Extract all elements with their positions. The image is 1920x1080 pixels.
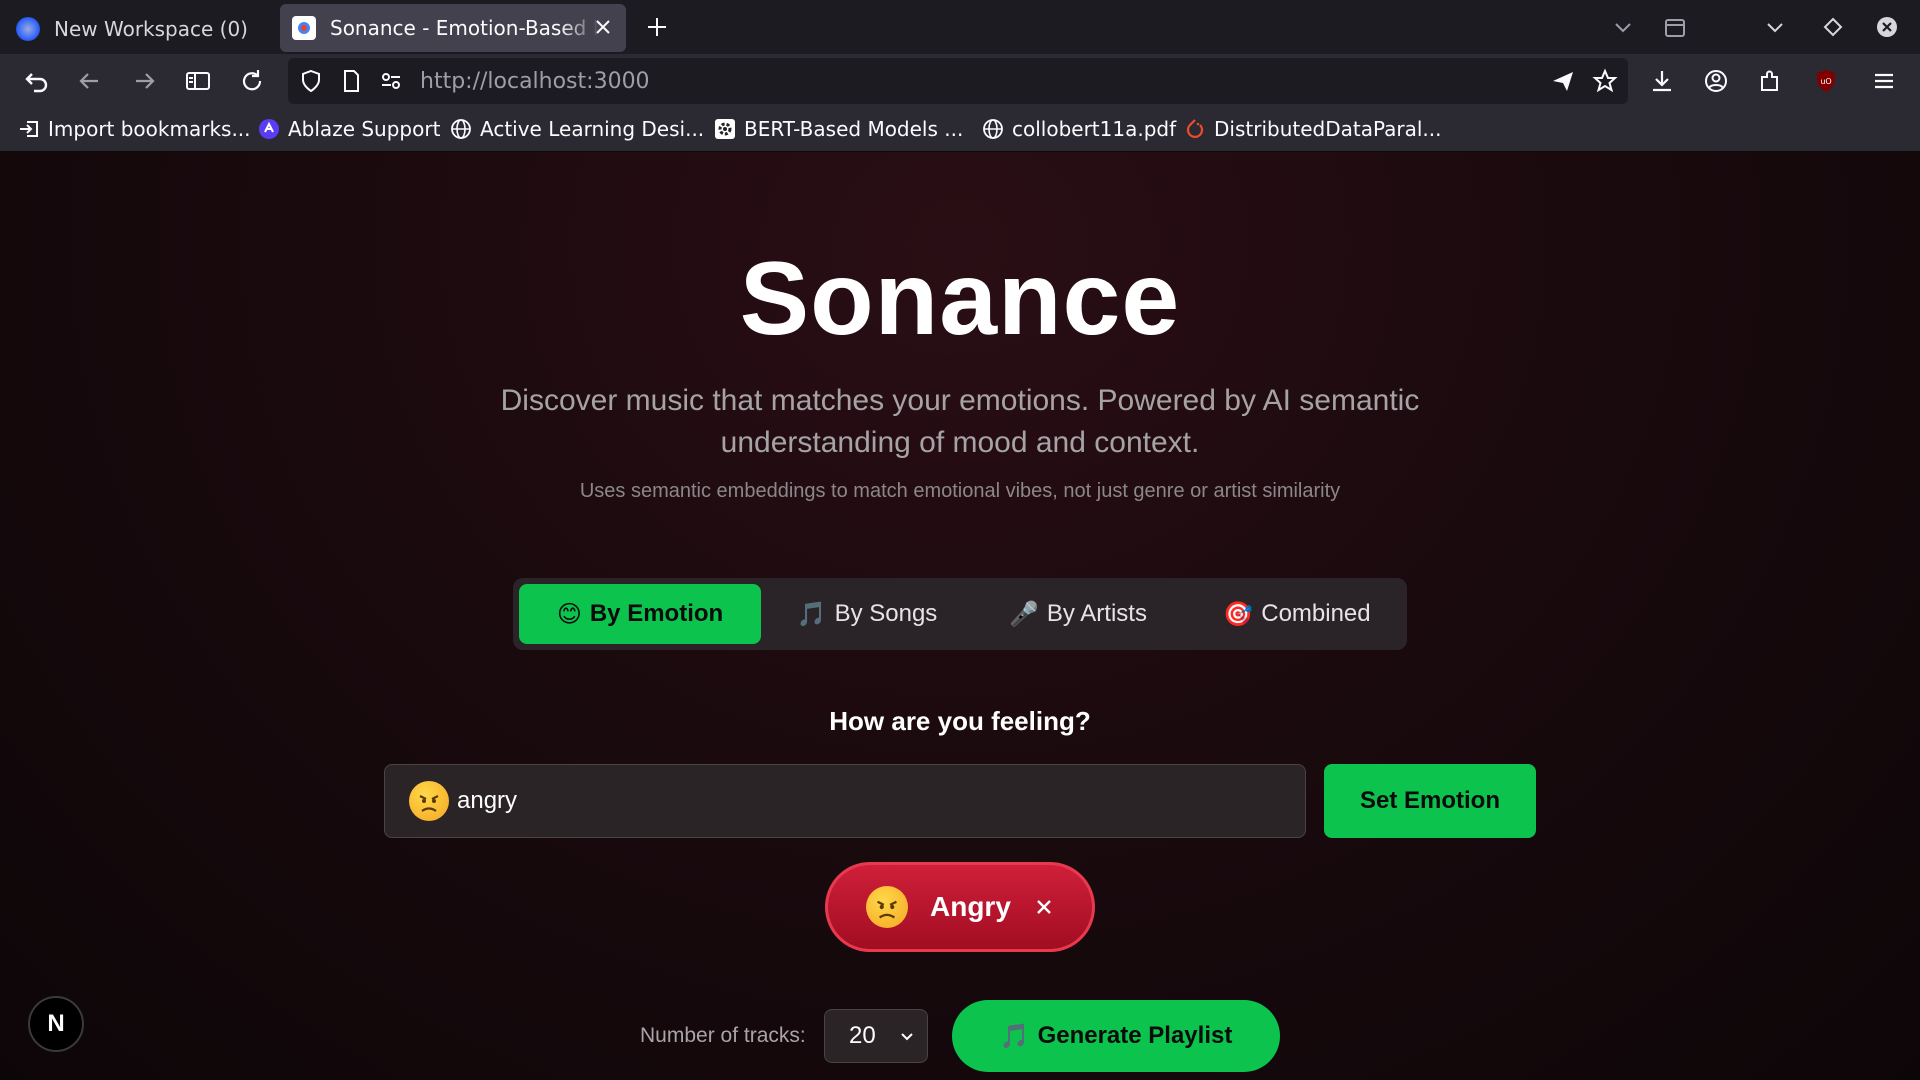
tab-label: By Artists	[1046, 600, 1147, 627]
diamond-icon[interactable]	[1820, 14, 1846, 40]
tracks-select[interactable]: 20	[824, 1009, 928, 1063]
url-host: http://localhost	[420, 69, 587, 94]
tab-groups-icon[interactable]	[1662, 14, 1688, 40]
generate-label: Generate Playlist	[1037, 1022, 1233, 1049]
emotion-input-value: angry	[457, 787, 518, 814]
address-bar[interactable]: http://localhost:3000	[288, 58, 1628, 104]
nextjs-dev-badge[interactable]: N	[28, 996, 84, 1052]
selected-emotion-label: Angry	[930, 891, 1011, 922]
music-note-icon: 🎵	[999, 1022, 1030, 1050]
bookmark-distributed[interactable]: DistributedDataParal...	[1184, 114, 1442, 144]
tab-title: Sonance - Emotion-Based Music	[330, 16, 600, 40]
ablaze-icon	[259, 119, 279, 139]
url-port: :3000	[586, 69, 650, 94]
sonance-favicon-icon	[292, 16, 316, 40]
mode-tabs: 😊 By Emotion 🎵 By Songs 🎤 By Artists 🎯 C…	[513, 578, 1407, 650]
bookmark-star-icon[interactable]	[1592, 68, 1618, 94]
selected-emotion-chip: Angry	[825, 862, 1095, 952]
tab-new-workspace[interactable]: New Workspace (0)	[0, 4, 266, 54]
sonance-page: Sonance Discover music that matches your…	[0, 152, 1920, 1080]
tab-strip: New Workspace (0) Sonance - Emotion-Base…	[0, 0, 1920, 54]
sidebar-toggle-icon[interactable]	[184, 67, 212, 95]
microphone-icon: 🎤	[1009, 600, 1039, 628]
bookmark-label: Import bookmarks...	[48, 117, 251, 141]
forward-arrow-icon[interactable]	[130, 67, 158, 95]
window-close-icon[interactable]	[1874, 14, 1900, 40]
tab-label: By Songs	[834, 600, 938, 627]
reload-icon[interactable]	[238, 67, 266, 95]
bookmark-import[interactable]: Import bookmarks...	[18, 114, 251, 144]
close-tab-icon[interactable]	[592, 16, 614, 38]
tab-title: New Workspace (0)	[54, 17, 248, 41]
navigation-toolbar: http://localhost:3000 uO	[0, 54, 1920, 108]
generate-playlist-button[interactable]: 🎵 Generate Playlist	[952, 1000, 1280, 1072]
tab-combined[interactable]: 🎯 Combined	[1193, 584, 1401, 644]
emotion-input[interactable]: angry	[384, 764, 1306, 838]
bookmark-collobert[interactable]: collobert11a.pdf	[982, 114, 1176, 144]
app-note: Uses semantic embeddings to match emotio…	[579, 480, 1341, 502]
globe-icon	[983, 119, 1003, 139]
permissions-icon[interactable]	[378, 68, 404, 94]
new-tab-icon[interactable]	[646, 16, 668, 38]
bookmark-label: Active Learning Desi...	[480, 117, 705, 141]
tab-by-songs[interactable]: 🎵 By Songs	[769, 584, 965, 644]
smile-emoji-icon: 😊	[556, 600, 582, 628]
bookmark-label: Ablaze Support	[288, 117, 441, 141]
send-icon[interactable]	[1550, 68, 1576, 94]
tab-by-emotion[interactable]: 😊 By Emotion	[519, 584, 761, 644]
emotion-question: How are you feeling?	[829, 706, 1091, 736]
list-tabs-icon[interactable]	[1610, 14, 1636, 40]
extensions-icon[interactable]	[1756, 67, 1784, 95]
page-icon[interactable]	[338, 68, 364, 94]
tab-label: Combined	[1261, 600, 1371, 627]
chevron-down-icon[interactable]	[1762, 14, 1788, 40]
import-icon	[20, 121, 38, 137]
download-icon[interactable]	[1648, 67, 1676, 95]
globe-icon	[451, 119, 471, 139]
angry-face-icon	[409, 781, 449, 821]
back-arrow-icon[interactable]	[76, 67, 104, 95]
bookmarks-toolbar: Import bookmarks... Ablaze Support Activ…	[0, 108, 1920, 152]
bookmark-label: BERT-Based Models ...	[744, 117, 964, 141]
undo-close-tab-icon[interactable]	[22, 67, 50, 95]
bookmark-ablaze[interactable]: Ablaze Support	[258, 114, 440, 144]
remove-emotion-icon[interactable]	[1034, 897, 1054, 917]
shield-icon[interactable]	[298, 68, 324, 94]
target-icon: 🎯	[1223, 600, 1254, 628]
svg-text:uO: uO	[1820, 77, 1831, 86]
chevron-down-icon	[901, 1033, 913, 1041]
url-text[interactable]: http://localhost:3000	[420, 69, 650, 94]
bookmark-label: collobert11a.pdf	[1012, 117, 1177, 141]
workspace-icon	[16, 17, 40, 41]
tracks-label: Number of tracks:	[640, 1024, 806, 1047]
account-icon[interactable]	[1702, 67, 1730, 95]
app-title: Sonance	[739, 241, 1181, 357]
tab-sonance[interactable]: Sonance - Emotion-Based Music	[280, 4, 626, 52]
bookmark-active-learning[interactable]: Active Learning Desi...	[450, 114, 704, 144]
pytorch-icon	[1186, 119, 1204, 138]
menu-hamburger-icon[interactable]	[1870, 67, 1898, 95]
tracks-value: 20	[849, 1022, 876, 1049]
tab-by-artists[interactable]: 🎤 By Artists	[975, 584, 1181, 644]
music-note-icon: 🎵	[796, 600, 827, 628]
angry-face-icon	[866, 886, 908, 928]
bookmark-bert[interactable]: BERT-Based Models ...	[714, 114, 963, 144]
tab-label: By Emotion	[589, 600, 724, 627]
app-subtitle: Discover music that matches your emotion…	[500, 384, 1420, 459]
gear-icon	[715, 119, 735, 139]
ublock-icon[interactable]: uO	[1812, 67, 1840, 95]
set-emotion-button[interactable]: Set Emotion	[1324, 764, 1536, 838]
bookmark-label: DistributedDataParal...	[1214, 117, 1442, 141]
